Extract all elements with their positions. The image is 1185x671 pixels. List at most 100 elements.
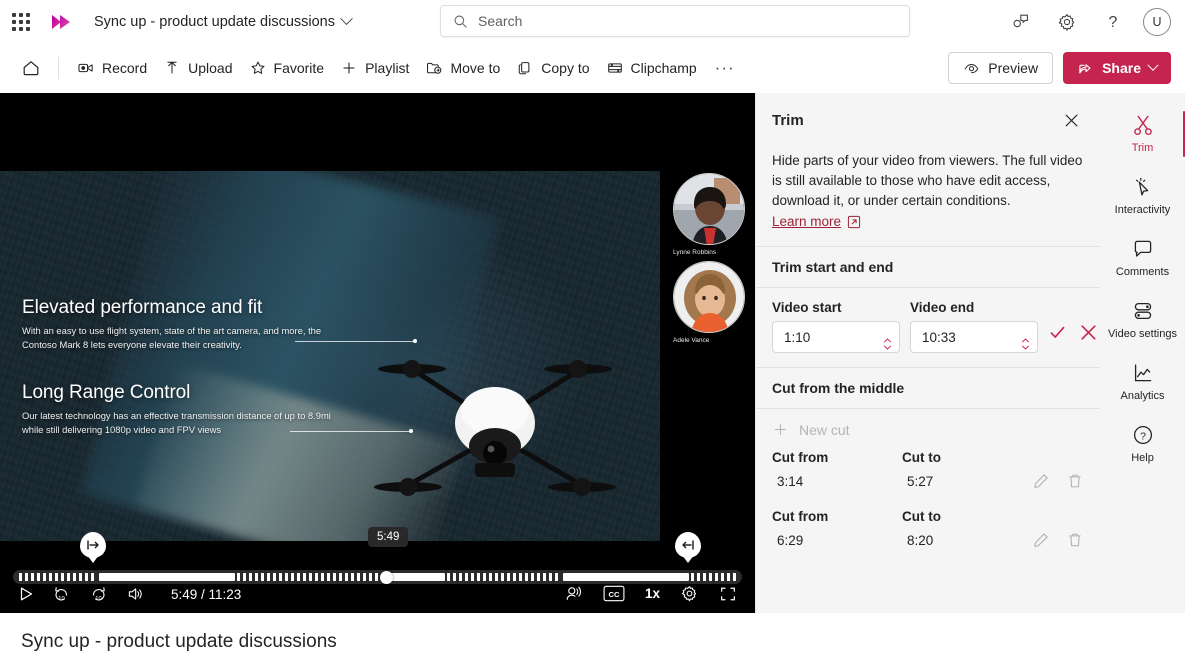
- play-button[interactable]: [18, 586, 34, 602]
- new-cut-button[interactable]: New cut: [756, 409, 1100, 444]
- upload-button[interactable]: Upload: [155, 53, 240, 83]
- rail-item-trim[interactable]: Trim: [1100, 103, 1185, 165]
- rail-label: Trim: [1131, 142, 1154, 154]
- video-end-input[interactable]: 10:33: [910, 321, 1038, 353]
- timeline-scrubber[interactable]: [13, 570, 742, 584]
- chevron-down-icon: [340, 12, 353, 26]
- confirm-trim-button[interactable]: [1048, 323, 1067, 347]
- playhead-handle[interactable]: [380, 570, 393, 584]
- move-to-icon: [427, 62, 442, 74]
- main-content: Elevated performance and fit With an eas…: [0, 93, 1185, 613]
- video-start-label: Video start: [772, 300, 842, 315]
- rail-item-comments[interactable]: Comments: [1100, 227, 1185, 289]
- stepper-down-icon[interactable]: [1021, 338, 1030, 350]
- close-icon[interactable]: [1058, 107, 1084, 133]
- rail-item-analytics[interactable]: Analytics: [1100, 351, 1185, 413]
- favorite-button[interactable]: Favorite: [241, 53, 333, 83]
- record-button[interactable]: Record: [69, 53, 155, 83]
- time-display: 5:49 / 11:23: [171, 586, 242, 602]
- star-icon: [251, 61, 264, 74]
- preview-button[interactable]: Preview: [948, 52, 1054, 84]
- overflow-menu-button[interactable]: ···: [705, 56, 745, 80]
- participant-name: Lynne Robbins: [673, 249, 717, 256]
- trim-start-end-heading: Trim start and end: [772, 259, 894, 275]
- rail-item-help[interactable]: ? Help: [1100, 413, 1185, 475]
- video-end-label: Video end: [910, 300, 975, 315]
- delete-cut-button[interactable]: [1066, 531, 1084, 554]
- pencil-icon: [1034, 533, 1048, 547]
- playlist-button[interactable]: Playlist: [332, 53, 417, 83]
- copy-to-button[interactable]: Copy to: [508, 53, 597, 83]
- clipchamp-button[interactable]: Clipchamp: [598, 53, 705, 83]
- rail-item-video-settings[interactable]: Video settings: [1100, 289, 1185, 351]
- scissors-icon: [1133, 115, 1152, 136]
- video-title-text: Sync up - product update discussions: [21, 631, 337, 652]
- trim-start-handle[interactable]: [80, 532, 106, 558]
- settings-gear-icon[interactable]: [680, 584, 699, 603]
- cut-middle-heading: Cut from the middle: [772, 380, 905, 396]
- move-to-button[interactable]: Move to: [417, 53, 508, 83]
- player-controls: 5:49 10 10 5:49 / 11:23 CC 1x: [0, 527, 755, 613]
- participant-tile[interactable]: Lynne Robbins: [673, 173, 745, 256]
- noise-suppression-icon[interactable]: [564, 584, 583, 603]
- gear-icon[interactable]: [1051, 6, 1083, 38]
- edit-cut-button[interactable]: [1032, 472, 1050, 495]
- learn-more-link[interactable]: Learn more: [772, 212, 841, 232]
- right-rail: Trim Interactivity Comments Video settin…: [1100, 93, 1185, 613]
- slide-body-1: With an easy to use flight system, state…: [22, 325, 322, 350]
- video-start-input[interactable]: 1:10: [772, 321, 900, 353]
- cancel-trim-button[interactable]: [1079, 323, 1098, 347]
- forward-10-button[interactable]: 10: [89, 585, 108, 603]
- avatar[interactable]: U: [1143, 7, 1171, 36]
- app-title-text: Sync up - product update discussions: [94, 13, 335, 30]
- video-end-stepper[interactable]: [1021, 331, 1030, 350]
- avatar: [673, 173, 745, 245]
- copy-to-icon: [518, 62, 530, 75]
- cut-from-header: Cut from: [772, 450, 829, 465]
- cursor-sparkle-icon: [1135, 177, 1148, 196]
- delete-cut-button[interactable]: [1066, 472, 1084, 495]
- timeline-kept-3: [563, 573, 689, 581]
- command-bar-actions: Preview Share: [948, 43, 1171, 93]
- share-icon: [1079, 63, 1091, 73]
- edit-cut-button[interactable]: [1032, 531, 1050, 554]
- table-row: Cut from 3:14 Cut to 5:27: [772, 450, 1084, 495]
- callout-dot-2: [409, 429, 413, 433]
- stream-logo-icon[interactable]: [48, 8, 76, 36]
- record-icon: [78, 63, 93, 73]
- help-icon[interactable]: ?: [1097, 6, 1129, 38]
- app-title-dropdown[interactable]: Sync up - product update discussions: [88, 10, 357, 34]
- cut-to-header: Cut to: [902, 450, 941, 465]
- rail-item-interactivity[interactable]: Interactivity: [1100, 165, 1185, 227]
- stepper-up-icon[interactable]: [1021, 331, 1030, 343]
- table-row: Cut from 6:29 Cut to 8:20: [772, 509, 1084, 554]
- home-icon[interactable]: [14, 51, 48, 85]
- stepper-up-icon[interactable]: [883, 331, 892, 343]
- cut-to-header: Cut to: [902, 509, 941, 524]
- page-title: Sync up - product update discussions: [0, 613, 1185, 671]
- video-player[interactable]: Elevated performance and fit With an eas…: [0, 93, 755, 613]
- stepper-down-icon[interactable]: [883, 338, 892, 350]
- search-input[interactable]: Search: [440, 5, 910, 37]
- pencil-icon: [1034, 474, 1048, 488]
- video-end-field: Video end 10:33: [910, 300, 1038, 353]
- timeline-track[interactable]: [13, 570, 742, 584]
- participant-tile[interactable]: Adele Vance: [673, 261, 745, 344]
- closed-captions-button[interactable]: CC: [603, 585, 625, 602]
- rail-label: Video settings: [1108, 328, 1177, 340]
- share-button[interactable]: Share: [1063, 52, 1171, 84]
- playlist-label: Playlist: [365, 60, 410, 76]
- volume-button[interactable]: [126, 585, 145, 603]
- slide-text-overlay: Elevated performance and fit With an eas…: [22, 297, 332, 437]
- fullscreen-button[interactable]: [719, 585, 737, 603]
- external-link-icon[interactable]: [847, 215, 861, 229]
- avatar: [673, 261, 745, 333]
- playback-speed-button[interactable]: 1x: [645, 586, 660, 601]
- timeline-trimmed-end: [691, 573, 737, 581]
- trim-end-handle[interactable]: [675, 532, 701, 558]
- app-launcher-icon[interactable]: [6, 7, 36, 37]
- toolbar-divider: [58, 57, 59, 79]
- video-start-stepper[interactable]: [883, 331, 892, 350]
- rewind-10-button[interactable]: 10: [52, 585, 71, 603]
- feedback-icon[interactable]: [1005, 6, 1037, 38]
